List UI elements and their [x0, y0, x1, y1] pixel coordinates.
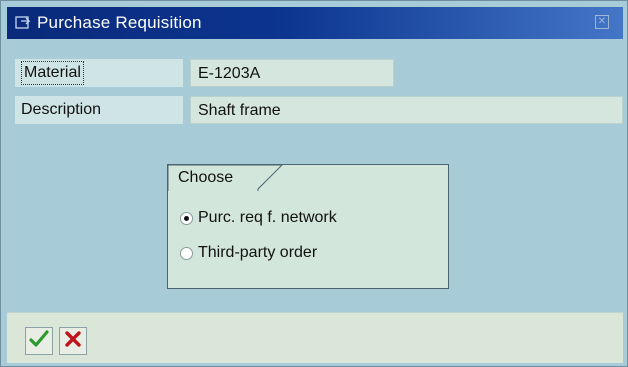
material-label-text: Material: [21, 61, 84, 85]
group-title: Choose: [178, 169, 234, 186]
title-bar[interactable]: Purchase Requisition ✕: [7, 7, 623, 39]
option-purc-req-network[interactable]: Purc. req f. network: [180, 209, 337, 227]
close-icon[interactable]: ✕: [595, 15, 609, 29]
option-label: Third-party order: [198, 244, 318, 261]
choose-group: Choose Purc. req f. network Third-party …: [167, 164, 449, 289]
description-field[interactable]: Shaft frame: [190, 96, 623, 124]
radio-selected-icon[interactable]: [180, 211, 193, 225]
dialog-icon: [15, 16, 31, 30]
description-label: Description: [21, 101, 102, 118]
checkmark-icon: [29, 329, 49, 354]
purchase-requisition-dialog: Purchase Requisition ✕ Material E-1203A …: [0, 0, 628, 367]
radio-unselected-icon[interactable]: [180, 246, 193, 260]
confirm-button[interactable]: [25, 327, 53, 355]
option-label: Purc. req f. network: [198, 209, 337, 226]
dialog-title: Purchase Requisition: [37, 13, 202, 32]
cancel-x-icon: [64, 330, 82, 353]
material-field[interactable]: E-1203A: [190, 59, 394, 87]
cancel-button[interactable]: [59, 327, 87, 355]
option-third-party-order[interactable]: Third-party order: [180, 244, 317, 262]
material-label: Material: [19, 59, 84, 87]
footer-toolbar: [7, 312, 623, 363]
